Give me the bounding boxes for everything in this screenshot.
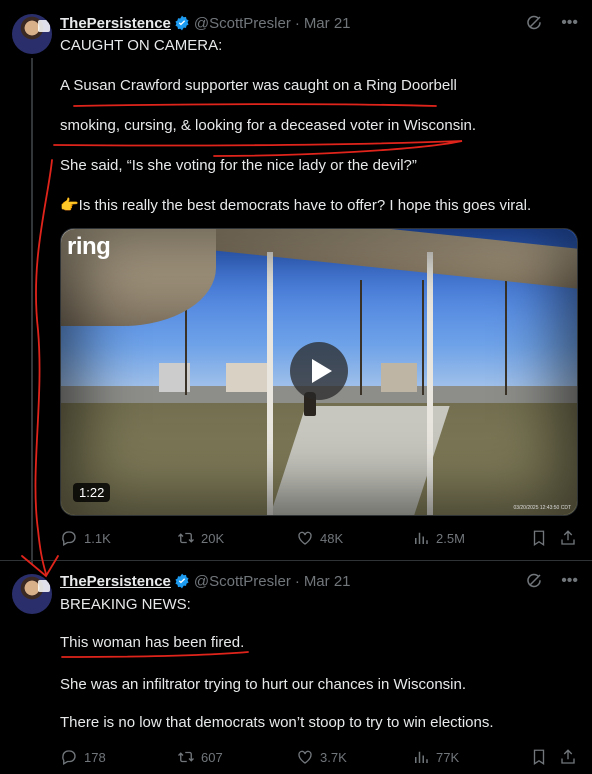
tweet-line: 👉Is this really the best democrats have …: [60, 197, 532, 214]
author-name[interactable]: ThePersistence: [60, 573, 171, 590]
views-button[interactable]: 2.5M: [412, 529, 465, 547]
tweet-date[interactable]: Mar 21: [304, 573, 351, 590]
tweet-line: She said, “Is she voting for the nice la…: [60, 157, 417, 174]
tweet-line: CAUGHT ON CAMERA:: [60, 37, 223, 54]
reply-button[interactable]: 178: [60, 748, 106, 766]
reply-count: 178: [84, 749, 106, 765]
tweet-line: A Susan Crawford supporter was caught on…: [60, 77, 457, 94]
tweet-top-icons: •••: [525, 14, 578, 32]
author-handle[interactable]: @ScottPresler: [194, 15, 291, 32]
author-handle[interactable]: @ScottPresler: [194, 573, 291, 590]
like-count: 48K: [320, 530, 344, 546]
views-icon: [415, 751, 428, 763]
camera-timestamp: 03/20/2025 12:43:50 CDT: [513, 505, 571, 511]
grok-icon[interactable]: [525, 14, 543, 32]
bookmark-icon: [533, 530, 545, 547]
tweet-line: smoking, cursing, & looking for a deceas…: [60, 117, 477, 134]
avatar[interactable]: [12, 574, 52, 614]
tweet-top-icons: •••: [525, 572, 578, 590]
verified-badge-icon: [175, 15, 189, 31]
author-name[interactable]: ThePersistence: [60, 15, 171, 32]
reply-icon: [62, 531, 76, 546]
views-button[interactable]: 77K: [412, 748, 459, 766]
more-icon[interactable]: •••: [561, 572, 578, 590]
tweet-line: BREAKING NEWS:: [60, 596, 191, 613]
tweet-line: This woman has been fired.: [60, 634, 245, 651]
repost-icon: [178, 751, 194, 763]
repost-button[interactable]: 20K: [177, 529, 224, 547]
reply-count: 1.1K: [84, 530, 111, 546]
separator: ·: [294, 14, 300, 32]
bookmark-button[interactable]: [530, 748, 548, 766]
repost-icon: [178, 532, 194, 544]
verified-badge-icon: [175, 573, 189, 589]
avatar[interactable]: [12, 14, 52, 54]
reply-button[interactable]: 1.1K: [60, 529, 111, 547]
bookmark-icon: [533, 749, 545, 766]
share-icon: [561, 749, 575, 764]
more-icon[interactable]: •••: [561, 14, 578, 32]
tweet-actions: 178 607 3.7K 77K: [60, 747, 580, 767]
like-button[interactable]: 48K: [296, 529, 343, 547]
tweet-header: ThePersistence @ScottPresler · Mar 21: [60, 13, 351, 33]
tweet-line: She was an infiltrator trying to hurt ou…: [60, 676, 467, 693]
share-button[interactable]: [559, 529, 577, 547]
grok-icon[interactable]: [525, 572, 543, 590]
views-icon: [415, 532, 428, 544]
repost-button[interactable]: 607: [177, 748, 223, 766]
like-icon: [298, 531, 312, 545]
bookmark-button[interactable]: [530, 529, 548, 547]
repost-count: 607: [201, 749, 223, 765]
share-button[interactable]: [559, 748, 577, 766]
tweet-1[interactable]: ThePersistence @ScottPresler · Mar 21 ••…: [0, 0, 592, 564]
like-icon: [298, 750, 312, 764]
tweet-line: There is no low that democrats won’t sto…: [60, 714, 494, 731]
thread-line: [31, 58, 33, 564]
views-count: 77K: [436, 749, 460, 765]
video-player[interactable]: ring 1:22 03/20/2025 12:43:50 CDT: [60, 228, 578, 516]
like-count: 3.7K: [320, 749, 347, 765]
tweet-date[interactable]: Mar 21: [304, 15, 351, 32]
views-count: 2.5M: [436, 530, 465, 546]
ring-logo: ring: [67, 233, 111, 260]
play-icon[interactable]: [290, 342, 348, 400]
tweet-actions: 1.1K 20K 48K 2.5M: [60, 528, 580, 548]
reply-icon: [62, 750, 76, 765]
share-icon: [561, 530, 575, 545]
separator: ·: [294, 572, 300, 590]
tweet-header: ThePersistence @ScottPresler · Mar 21: [60, 571, 351, 591]
like-button[interactable]: 3.7K: [296, 748, 347, 766]
video-duration: 1:22: [73, 483, 111, 502]
repost-count: 20K: [201, 530, 225, 546]
tweet-2[interactable]: ThePersistence @ScottPresler · Mar 21 ••…: [0, 560, 592, 774]
